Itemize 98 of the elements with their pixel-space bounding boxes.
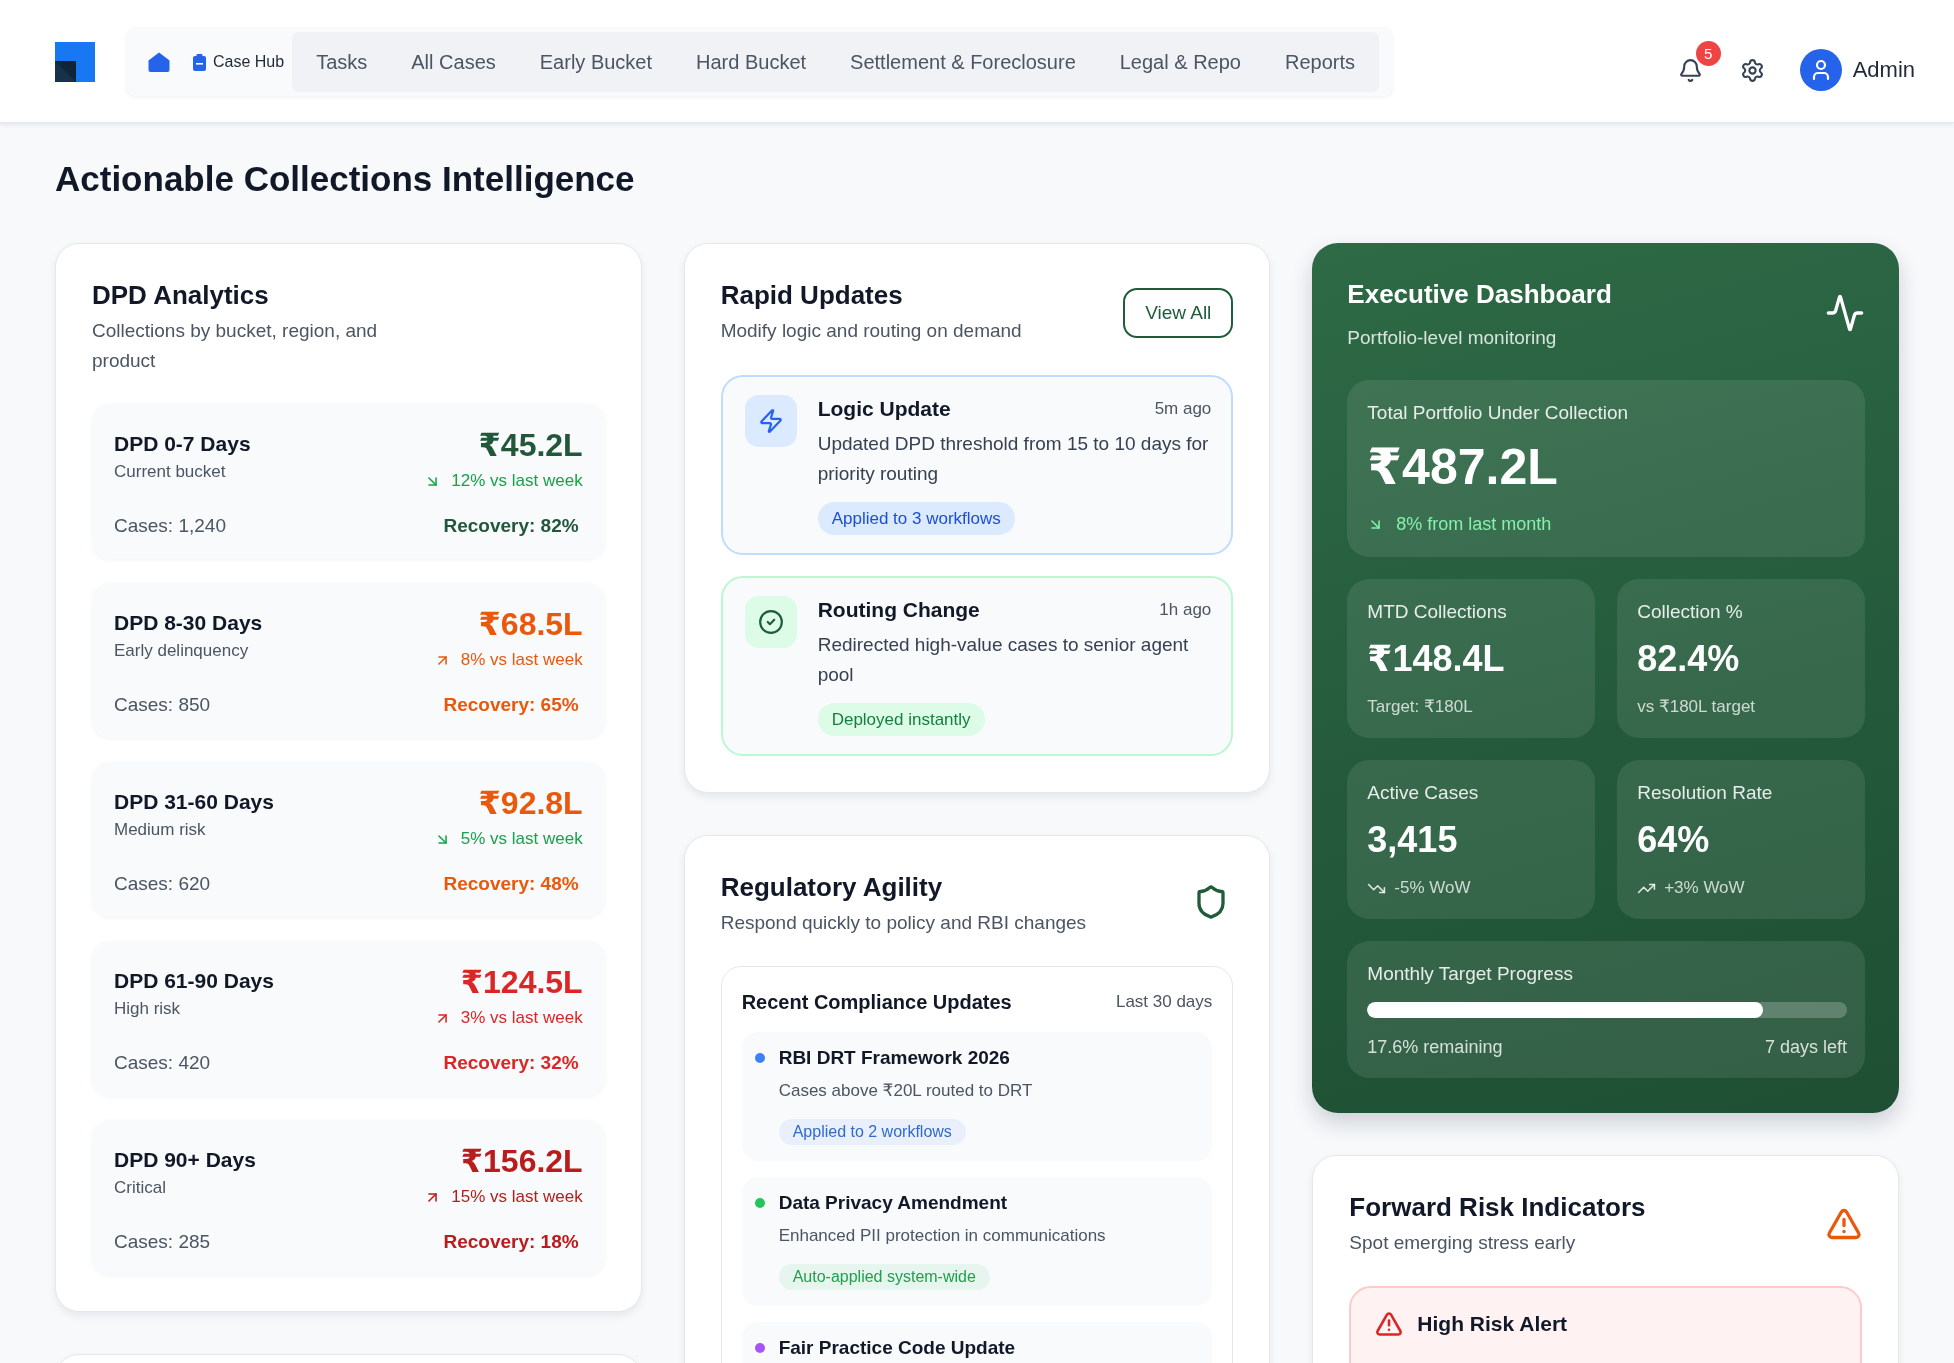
bucket-description: Medium risk [114,819,207,841]
compliance-description: Enhanced PII protection in communications [778,1225,1106,1247]
card-subtitle: Modify logic and routing on demand [720,319,1022,343]
change-text: 15% vs last week [451,1186,583,1208]
metric-label: Collection % [1637,600,1744,624]
bell-icon[interactable] [1677,57,1703,83]
update-description: Updated DPD threshold from 15 to 10 days for priority routing [817,432,1210,486]
case-count: Cases: 850 [114,693,211,717]
update-time: 5m ago [1154,398,1212,420]
card-title: DPD Analytics [92,279,270,312]
status-tag: Applied to 2 workflows [778,1119,966,1145]
avatar-icon [1799,49,1842,91]
case-count: Cases: 620 [114,872,211,896]
card-title: Regulatory Agility [720,871,944,904]
metric-note: vs ₹180L target [1637,696,1756,718]
warning-icon [1375,1310,1404,1338]
metric-label: Active Cases [1367,781,1480,805]
compliance-title: Fair Practice Code Update [778,1336,1016,1360]
metric-value: 64% [1637,818,1711,862]
period-label: Last 30 days [1115,991,1213,1013]
card-title: Forward Risk Indicators [1349,1191,1646,1224]
update-title: Logic Update [817,396,951,422]
metric-value: 3,415 [1367,818,1459,862]
page-title: Actionable Collections Intelligence [55,158,636,200]
status-tag: Auto-applied system-wide [778,1264,990,1290]
view-all-button[interactable]: View All [1123,288,1234,338]
compliance-description: Cases above ₹20L routed to DRT [778,1080,1033,1102]
card-subtitle: Portfolio-level monitoring [1347,326,1558,350]
bucket-amount: ₹45.2L [478,426,583,464]
card-title: Rapid Updates [720,279,904,312]
user-menu-button[interactable]: Admin [1799,49,1915,91]
bucket-description: Critical [114,1177,167,1199]
change-text: 8% vs last week [460,649,583,671]
metric-value: ₹487.2L [1367,438,1559,496]
pulse-icon [1825,293,1865,333]
card-subtitle: Collections by bucket, region, and product [92,319,379,373]
clipboard-icon [193,53,206,71]
nav-link[interactable]: Tasks [294,32,390,92]
metric-label: Resolution Rate [1637,781,1774,805]
nav-link[interactable]: Legal & Repo [1097,32,1263,92]
case-count: Cases: 285 [114,1230,211,1254]
compliance-title: Data Privacy Amendment [778,1191,1008,1215]
nav-link[interactable]: Early Bucket [517,32,675,92]
nav-link[interactable]: Hard Bucket [674,32,829,92]
metric-note: Target: ₹180L [1367,696,1473,718]
case-count: Cases: 1,240 [114,514,226,538]
trend-text: 8% from last month [1396,513,1552,536]
logo-icon[interactable] [55,42,95,82]
metric-value: 82.4% [1637,637,1741,681]
nav-link[interactable]: All Cases [389,32,518,92]
card-subtitle: Spot emerging stress early [1349,1231,1577,1255]
card-title: Executive Dashboard [1347,278,1612,311]
panel-title: Recent Compliance Updates [741,990,1012,1015]
case-count: Cases: 420 [114,1051,211,1075]
compliance-title: RBI DRT Framework 2026 [778,1046,1010,1070]
card-subtitle: Respond quickly to policy and RBI changes [720,911,1087,935]
metric-label: Monthly Target Progress [1367,962,1574,986]
bucket-description: High risk [114,998,182,1020]
recovery-rate: Recovery: 48% [443,872,579,896]
settings-icon[interactable] [1739,57,1765,83]
bucket-name: DPD 31-60 Days [114,789,274,815]
bucket-amount: ₹92.8L [478,784,583,822]
notification-badge: 5 [1695,40,1721,66]
bucket-name: DPD 61-90 Days [114,968,274,994]
progress-remaining: 17.6% remaining [1367,1036,1503,1059]
bucket-name: DPD 8-30 Days [114,610,263,636]
nav-link[interactable]: Reports [1262,32,1377,92]
bucket-amount: ₹124.5L [460,963,583,1001]
metric-label: Total Portfolio Under Collection [1367,401,1630,425]
alert-title: High Risk Alert [1417,1311,1568,1337]
bucket-amount: ₹156.2L [460,1142,583,1180]
change-text: 12% vs last week [451,470,583,492]
days-left: 7 days left [1764,1036,1847,1059]
warning-icon [1826,1206,1862,1242]
change-text: 5% vs last week [460,828,583,850]
metric-note: +3% WoW [1664,877,1745,899]
bucket-description: Current bucket [114,461,227,483]
update-description: Redirected high-value cases to senior agent pool [817,633,1190,687]
bucket-description: Early delinquency [114,640,250,662]
recovery-rate: Recovery: 18% [443,1230,579,1254]
nav-link[interactable]: Settlement & Foreclosure [828,32,1098,92]
metric-note: -5% WoW [1394,877,1471,899]
recovery-rate: Recovery: 32% [443,1051,579,1075]
lightning-icon [744,395,797,447]
update-time: 1h ago [1159,599,1212,621]
bucket-name: DPD 0-7 Days [114,431,251,457]
status-tag: Applied to 3 workflows [817,502,1015,535]
recovery-rate: Recovery: 65% [443,693,579,717]
metric-label: MTD Collections [1367,600,1508,624]
change-text: 3% vs last week [460,1007,583,1029]
recovery-rate: Recovery: 82% [443,514,579,538]
metric-value: ₹148.4L [1367,637,1506,681]
update-title: Routing Change [817,597,980,623]
bucket-name: DPD 90+ Days [114,1147,256,1173]
status-tag: Deployed instantly [817,703,985,736]
bucket-amount: ₹68.5L [478,605,583,643]
home-icon[interactable] [148,52,170,72]
nav-link[interactable]: Case Hub [193,53,285,71]
